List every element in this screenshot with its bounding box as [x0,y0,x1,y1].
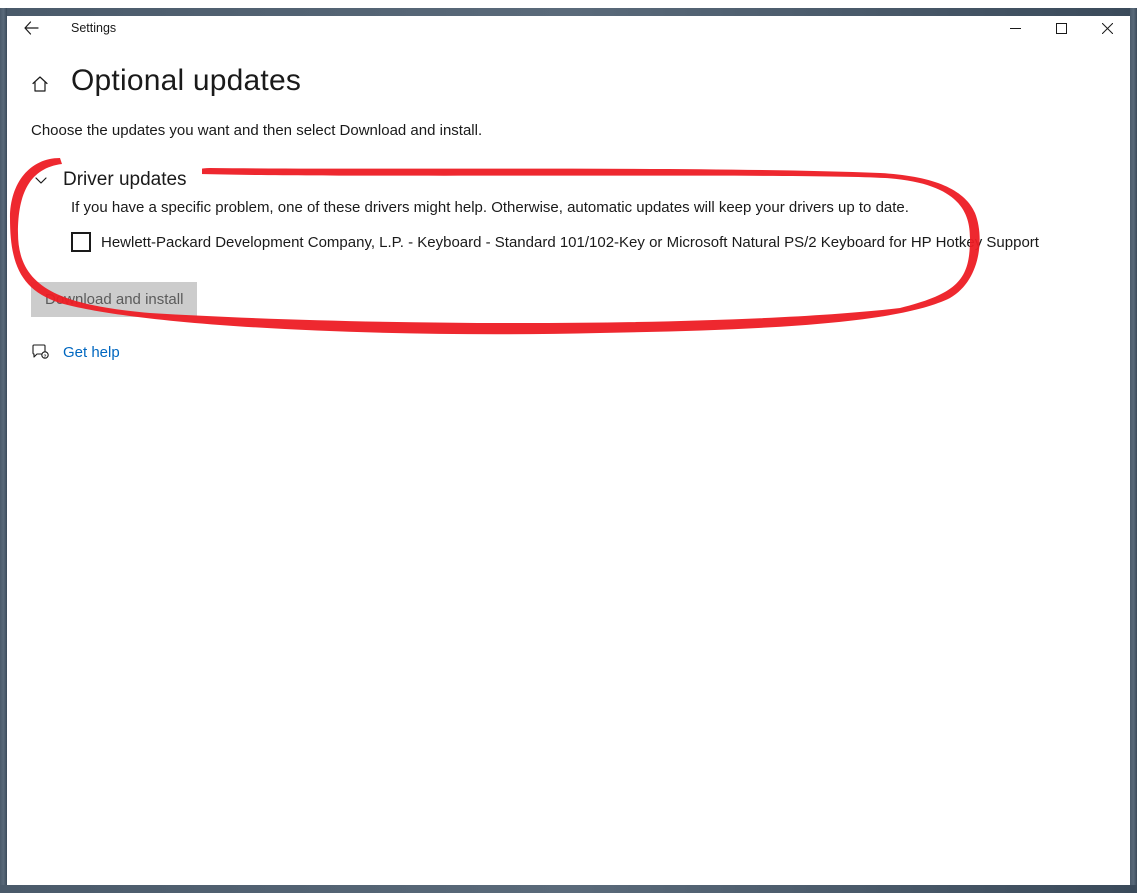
home-button[interactable] [31,75,49,93]
download-install-button[interactable]: Download and install [31,282,197,317]
help-label: Get help [63,344,120,361]
window-border-top [0,8,1137,16]
window-border-bottom [0,885,1137,893]
chat-help-icon: ? [31,343,49,361]
update-item: Hewlett-Packard Development Company, L.P… [71,232,1106,252]
page-instruction: Choose the updates you want and then sel… [31,122,1106,139]
back-button[interactable] [21,18,41,38]
page-title: Optional updates [71,64,301,98]
update-label: Hewlett-Packard Development Company, L.P… [101,234,1039,251]
get-help-link[interactable]: ? Get help [31,343,1106,361]
window-border-left [0,8,7,893]
home-icon [31,75,49,93]
close-icon [1102,23,1113,34]
maximize-icon [1056,23,1067,34]
section-description: If you have a specific problem, one of t… [71,199,1106,216]
arrow-left-icon [23,20,39,36]
window-border-right [1130,8,1137,893]
window-title: Settings [71,21,116,35]
minimize-icon [1010,23,1021,34]
svg-text:?: ? [44,353,47,359]
chevron-down-icon [31,170,51,190]
driver-updates-section-header[interactable]: Driver updates [31,169,1106,191]
section-title: Driver updates [63,169,187,191]
update-checkbox[interactable] [71,232,91,252]
